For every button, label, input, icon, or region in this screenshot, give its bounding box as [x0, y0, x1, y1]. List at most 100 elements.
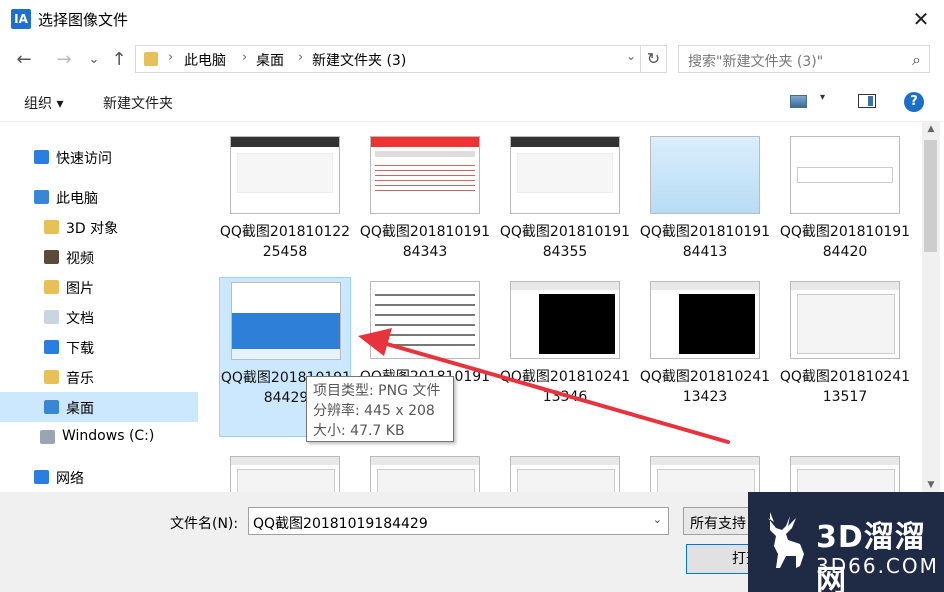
- file-name: QQ截图20181019184355: [499, 224, 631, 260]
- sidebar-item[interactable]: 此电脑: [0, 182, 198, 212]
- file-item[interactable]: QQ截图20181024113423: [639, 277, 771, 437]
- refresh-button[interactable]: ↻: [640, 46, 666, 72]
- file-item[interactable]: QQ截图20181019184420: [779, 132, 911, 292]
- sidebar-item-label: 桌面: [66, 401, 94, 417]
- file-name: QQ截图20181024113423: [639, 369, 771, 405]
- folder-icon: [144, 52, 158, 66]
- search-input[interactable]: 搜索"新建文件夹 (3)" ⌕: [678, 45, 930, 73]
- chevron-down-icon[interactable]: ⌄: [626, 49, 636, 63]
- file-item[interactable]: QQ截图20181019184355: [499, 132, 631, 292]
- scrollbar-thumb[interactable]: [924, 140, 937, 252]
- preview-pane-icon[interactable]: [858, 94, 876, 108]
- file-thumbnail: [790, 281, 900, 359]
- sidebar-item[interactable]: 下载: [0, 332, 198, 362]
- file-thumbnail: [650, 456, 760, 492]
- back-button[interactable]: ←: [12, 48, 36, 72]
- breadcrumb-folder[interactable]: 新建文件夹 (3): [312, 50, 406, 70]
- file-thumbnail: [370, 456, 480, 492]
- sidebar-item-label: 下载: [66, 341, 94, 357]
- file-name: QQ截图20181012225458: [219, 224, 351, 260]
- sidebar-item[interactable]: 文档: [0, 302, 198, 332]
- up-button[interactable]: ↑: [107, 48, 131, 72]
- scroll-down-icon[interactable]: ▼: [922, 480, 940, 490]
- desktop-icon: [44, 400, 59, 414]
- recent-locations-button[interactable]: ⌄: [82, 48, 106, 72]
- file-item[interactable]: [219, 452, 351, 492]
- sidebar-item-label: 3D 对象: [66, 221, 119, 237]
- file-item[interactable]: QQ截图20181019184343: [359, 132, 491, 292]
- sidebar-item[interactable]: 图片: [0, 272, 198, 302]
- file-thumbnail: [790, 456, 900, 492]
- music-icon: [44, 370, 59, 384]
- help-button[interactable]: ?: [904, 92, 924, 112]
- sidebar-item-label: 快速访问: [56, 151, 112, 167]
- file-name: QQ截图20181019184413: [639, 224, 771, 260]
- file-thumbnail: [790, 136, 900, 214]
- sidebar-item[interactable]: 网络: [0, 462, 198, 492]
- file-thumbnail: [370, 136, 480, 214]
- sidebar-item[interactable]: 桌面: [0, 392, 198, 422]
- pictures-icon: [44, 280, 59, 294]
- sidebar-item[interactable]: 快速访问: [0, 142, 198, 172]
- file-type-value: 所有支持: [690, 516, 746, 532]
- file-name: QQ截图20181019184343: [359, 224, 491, 260]
- sidebar-item-label: 网络: [56, 471, 84, 487]
- breadcrumb-separator: ›: [168, 50, 174, 65]
- file-item[interactable]: [499, 452, 631, 492]
- file-item[interactable]: QQ截图20181012225458: [219, 132, 351, 292]
- chevron-down-icon[interactable]: ⌄: [653, 513, 662, 526]
- file-thumbnail: [510, 281, 620, 359]
- sidebar-item-label: 图片: [66, 281, 94, 297]
- window-title: 选择图像文件: [38, 11, 129, 29]
- sidebar-item-label: 此电脑: [56, 191, 98, 207]
- file-item[interactable]: QQ截图20181024113346: [499, 277, 631, 437]
- computer-icon: [34, 190, 49, 204]
- navigation-pane: 快速访问此电脑 3D 对象视频图片文档下载音乐桌面 Windows (C:) 网络: [0, 122, 199, 492]
- search-placeholder: 搜索"新建文件夹 (3)": [688, 54, 824, 70]
- file-item[interactable]: [779, 452, 911, 492]
- scroll-up-icon[interactable]: ▲: [922, 124, 940, 134]
- file-item[interactable]: QQ截图20181024113517: [779, 277, 911, 437]
- close-button[interactable]: ✕: [898, 0, 944, 38]
- breadcrumb-this-pc[interactable]: 此电脑: [184, 50, 226, 70]
- file-thumbnail: [510, 136, 620, 214]
- file-thumbnail: [231, 282, 341, 360]
- filename-field[interactable]: QQ截图20181019184429 ⌄: [248, 507, 669, 535]
- address-bar[interactable]: › 此电脑 › 桌面 › 新建文件夹 (3) ⌄ ↻: [135, 45, 667, 73]
- file-item[interactable]: QQ截图20181019184413: [639, 132, 771, 292]
- watermark-brand: 3D溜溜网: [816, 520, 926, 592]
- vertical-scrollbar[interactable]: ▲ ▼: [922, 122, 940, 492]
- sidebar-item[interactable]: 音乐: [0, 362, 198, 392]
- deer-logo-icon: [768, 512, 804, 568]
- sidebar-item-label: 音乐: [66, 371, 94, 387]
- breadcrumb-separator: ›: [298, 50, 304, 65]
- change-view-icon[interactable]: [790, 95, 807, 108]
- sidebar-item-label: Windows (C:): [62, 428, 155, 444]
- app-icon: IA: [11, 9, 31, 29]
- breadcrumb-desktop[interactable]: 桌面: [256, 50, 284, 70]
- tooltip-resolution: 分辨率: 445 x 208: [313, 403, 435, 419]
- forward-button[interactable]: →: [52, 48, 76, 72]
- network-icon: [34, 470, 49, 484]
- sidebar-item[interactable]: Windows (C:): [0, 422, 198, 452]
- star-icon: [34, 150, 49, 164]
- command-bar: 组织 ▾ 新建文件夹 ▾ ?: [0, 82, 944, 122]
- file-name: QQ截图20181024113346: [499, 369, 631, 405]
- file-thumbnail: [230, 456, 340, 492]
- file-item[interactable]: [359, 452, 491, 492]
- file-thumbnail: [650, 136, 760, 214]
- file-thumbnail: [230, 136, 340, 214]
- view-options-chevron-icon[interactable]: ▾: [820, 92, 825, 103]
- search-icon: ⌕: [912, 50, 921, 69]
- new-folder-button[interactable]: 新建文件夹: [103, 93, 173, 113]
- organize-button[interactable]: 组织 ▾: [24, 93, 63, 113]
- file-thumbnail: [650, 281, 760, 359]
- watermark: 3D溜溜网 3D66.COM: [748, 492, 944, 592]
- sidebar-item[interactable]: 3D 对象: [0, 212, 198, 242]
- sidebar-item[interactable]: 视频: [0, 242, 198, 272]
- title-bar: IA 选择图像文件 ✕: [0, 0, 944, 38]
- drive-icon: [40, 430, 55, 444]
- file-item[interactable]: [639, 452, 771, 492]
- sidebar-item-label: 文档: [66, 311, 94, 327]
- file-name: QQ截图20181019184420: [779, 224, 911, 260]
